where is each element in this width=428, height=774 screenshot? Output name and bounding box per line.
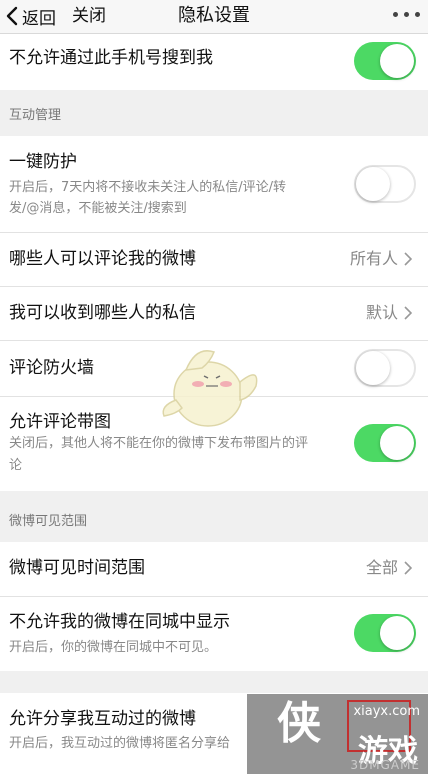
back-label: 返回 bbox=[22, 8, 56, 29]
comment-firewall-toggle[interactable] bbox=[354, 349, 416, 387]
setting-who-can-comment-title: 哪些人可以评论我的微博 bbox=[9, 249, 196, 269]
setting-one-key-protect: 一键防护 开启后，7天内将不接收未关注人的私信/评论/转 发/@消息，不能被关注… bbox=[0, 136, 428, 232]
section-header-visibility: 微博可见范围 bbox=[9, 514, 88, 529]
setting-comment-firewall-title: 评论防火墙 bbox=[9, 358, 94, 378]
setting-comment-images-desc-2: 论 bbox=[9, 458, 23, 473]
chevron-left-icon bbox=[6, 6, 18, 26]
setting-phone-search: 不允许通过此手机号搜到我 bbox=[0, 34, 428, 90]
back-button[interactable]: 返回 bbox=[6, 4, 56, 29]
setting-same-city: 不允许我的微博在同城中显示 开启后，你的微博在同城中不可见。 bbox=[0, 597, 428, 671]
same-city-toggle[interactable] bbox=[354, 614, 416, 652]
setting-share-interacted-title: 允许分享我互动过的微博 bbox=[9, 709, 196, 729]
setting-comment-images-desc-1: 关闭后，其他人将不能在你的微博下发布带图片的评 bbox=[9, 436, 309, 451]
setting-who-can-comment[interactable]: 哪些人可以评论我的微博 所有人 bbox=[0, 233, 428, 286]
setting-share-interacted: 允许分享我互动过的微博 开启后，我互动过的微博将匿名分享给 bbox=[0, 693, 428, 774]
close-button[interactable]: 关闭 bbox=[72, 4, 106, 28]
comment-images-toggle[interactable] bbox=[354, 424, 416, 462]
setting-one-key-protect-desc-1: 开启后，7天内将不接收未关注人的私信/评论/转 bbox=[9, 180, 287, 195]
setting-who-can-comment-value: 所有人 bbox=[350, 248, 412, 270]
one-key-protect-toggle[interactable] bbox=[354, 165, 416, 203]
setting-visible-time-range-value: 全部 bbox=[366, 557, 412, 579]
setting-phone-search-title: 不允许通过此手机号搜到我 bbox=[9, 48, 213, 68]
phone-search-toggle[interactable] bbox=[354, 42, 416, 80]
setting-comment-images-title: 允许评论带图 bbox=[9, 412, 111, 432]
chevron-right-icon bbox=[404, 306, 412, 320]
setting-receive-messages-value: 默认 bbox=[366, 302, 412, 324]
more-icon[interactable] bbox=[393, 12, 420, 17]
setting-visible-time-range-title: 微博可见时间范围 bbox=[9, 558, 145, 578]
setting-receive-messages[interactable]: 我可以收到哪些人的私信 默认 bbox=[0, 287, 428, 340]
setting-comment-images: 允许评论带图 关闭后，其他人将不能在你的微博下发布带图片的评 论 bbox=[0, 397, 428, 491]
setting-share-interacted-desc: 开启后，我互动过的微博将匿名分享给 bbox=[9, 736, 231, 751]
setting-one-key-protect-desc-2: 发/@消息，不能被关注/搜索到 bbox=[9, 201, 187, 216]
nav-bar: 返回 关闭 隐私设置 bbox=[0, 0, 428, 34]
setting-visible-time-range[interactable]: 微博可见时间范围 全部 bbox=[0, 542, 428, 596]
setting-same-city-desc: 开启后，你的微博在同城中不可见。 bbox=[9, 640, 218, 655]
setting-receive-messages-title: 我可以收到哪些人的私信 bbox=[9, 303, 196, 323]
section-header-interaction: 互动管理 bbox=[9, 108, 62, 123]
chevron-right-icon bbox=[404, 561, 412, 575]
chevron-right-icon bbox=[404, 252, 412, 266]
page-title: 隐私设置 bbox=[178, 5, 250, 26]
setting-comment-firewall: 评论防火墙 bbox=[0, 341, 428, 396]
setting-same-city-title: 不允许我的微博在同城中显示 bbox=[9, 612, 230, 632]
setting-one-key-protect-title: 一键防护 bbox=[9, 152, 77, 172]
